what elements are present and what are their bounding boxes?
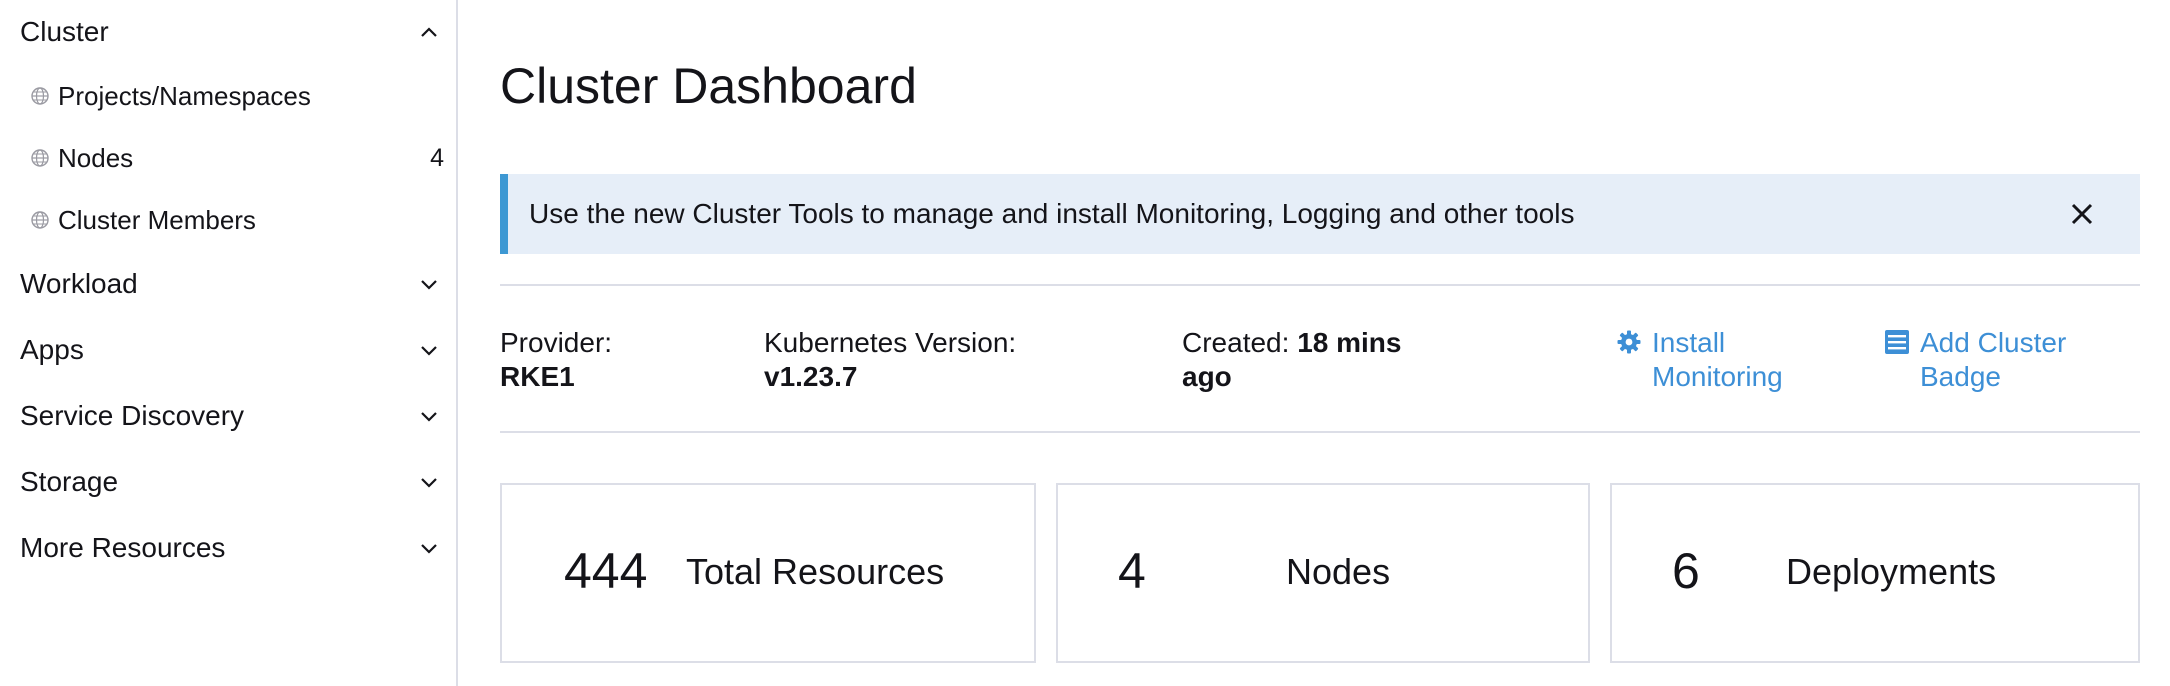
- chevron-down-icon[interactable]: [414, 401, 444, 431]
- created-value-suffix: ago: [1182, 361, 1232, 392]
- nodes-count: 4: [1118, 543, 1146, 599]
- nodes-label: Nodes: [1286, 551, 1391, 592]
- sidebar-item-count: 4: [430, 143, 444, 172]
- close-icon[interactable]: [2068, 200, 2096, 228]
- sidebar-group-label: Workload: [20, 268, 138, 299]
- sidebar-group-storage[interactable]: Storage: [20, 457, 444, 507]
- provider-label: Provider:: [500, 327, 613, 358]
- sidebar-item-label: Projects/Namespaces: [58, 80, 311, 111]
- sidebar-group-service-discovery[interactable]: Service Discovery: [20, 391, 444, 441]
- sidebar-group-label: Apps: [20, 334, 84, 365]
- sidebar-item-nodes[interactable]: Nodes 4: [30, 134, 444, 182]
- banner-text: Use the new Cluster Tools to manage and …: [529, 198, 1575, 229]
- provider-value: RKE1: [500, 361, 575, 392]
- kubernetes-version-info: Kubernetes Version: v1.23.7: [764, 326, 1016, 394]
- page-title: Cluster Dashboard: [500, 58, 917, 114]
- sidebar-group-label: Storage: [20, 466, 119, 497]
- divider: [500, 431, 2140, 433]
- kubernetes-version-value: v1.23.7: [764, 361, 858, 392]
- sidebar-group-more-resources[interactable]: More Resources: [20, 523, 444, 573]
- total-resources-count: 444: [564, 543, 648, 599]
- sidebar-item-label: Cluster Members: [58, 204, 256, 235]
- add-cluster-badge-label: Add Cluster: [1920, 327, 2067, 358]
- sidebar: Cluster Projects/Namespaces Nodes 4 Clus…: [0, 0, 458, 686]
- kubernetes-version-label: Kubernetes Version:: [764, 327, 1017, 358]
- total-resources-label: Total Resources: [686, 551, 945, 592]
- sidebar-item-cluster-members[interactable]: Cluster Members: [30, 196, 444, 244]
- divider: [500, 284, 2140, 286]
- deployments-count: 6: [1672, 543, 1700, 599]
- deployments-card[interactable]: 6 Deployments: [1610, 483, 2140, 663]
- deployments-label: Deployments: [1786, 551, 1997, 592]
- globe-icon: [30, 148, 50, 168]
- sidebar-group-label: Cluster: [20, 16, 109, 47]
- chevron-down-icon[interactable]: [414, 269, 444, 299]
- install-monitoring-label-2: Monitoring: [1652, 361, 1783, 392]
- sidebar-item-label: Nodes: [58, 142, 134, 173]
- cluster-tools-banner: Use the new Cluster Tools to manage and …: [500, 174, 2140, 254]
- total-resources-card[interactable]: 444 Total Resources: [500, 483, 1036, 663]
- sidebar-group-label: Service Discovery: [20, 400, 245, 431]
- created-info: Created: 18 mins ago: [1182, 326, 1401, 394]
- gear-icon: [1616, 329, 1642, 355]
- created-value: 18 mins: [1297, 327, 1402, 358]
- chevron-down-icon[interactable]: [414, 335, 444, 365]
- sidebar-group-label: More Resources: [20, 532, 226, 563]
- sidebar-group-workload[interactable]: Workload: [20, 259, 444, 309]
- sidebar-group-cluster[interactable]: Cluster: [20, 7, 444, 57]
- globe-icon: [30, 86, 50, 106]
- add-cluster-badge-link[interactable]: Add Cluster Badge: [1885, 326, 2067, 394]
- install-monitoring-link[interactable]: Install Monitoring: [1617, 326, 1783, 394]
- add-cluster-badge-label-2: Badge: [1920, 361, 2001, 392]
- globe-icon: [30, 210, 50, 230]
- provider-info: Provider: RKE1: [500, 326, 612, 394]
- nodes-card[interactable]: 4 Nodes: [1056, 483, 1590, 663]
- chevron-down-icon[interactable]: [414, 533, 444, 563]
- chevron-down-icon[interactable]: [414, 467, 444, 497]
- sidebar-group-apps[interactable]: Apps: [20, 325, 444, 375]
- chevron-up-icon[interactable]: [414, 17, 444, 47]
- created-label: Created:: [1182, 327, 1290, 358]
- badge-icon: [1884, 329, 1910, 355]
- install-monitoring-label: Install: [1652, 327, 1726, 358]
- sidebar-item-projects-namespaces[interactable]: Projects/Namespaces: [30, 72, 444, 120]
